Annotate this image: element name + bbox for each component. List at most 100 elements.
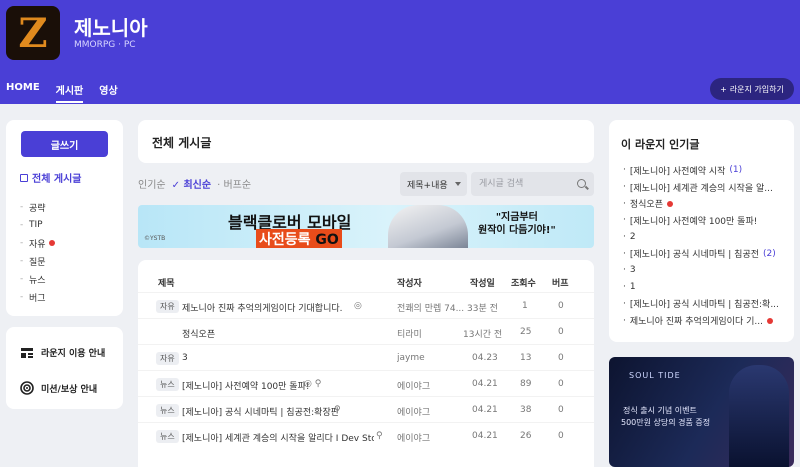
- row-views: 13: [520, 353, 532, 363]
- sort-latest[interactable]: ✓ 최신순: [172, 176, 211, 191]
- lounge-guide-link[interactable]: 라운지 이용 안내: [20, 346, 105, 359]
- popular-item[interactable]: · 제노니아 진짜 추억의게임이다 기...: [623, 312, 788, 329]
- popular-item[interactable]: · [제노니아] 공식 시네마틱 | 침공전 (2): [623, 245, 788, 262]
- popular-item-label: [제노니아] 세계관 계승의 시작을 알...: [629, 183, 773, 194]
- table-row[interactable]: 자유 제노니아 진짜 추억의게임이다 기대합니다. ◎ 전쾌의 만렙 74...…: [138, 292, 594, 318]
- row-date: 04.21: [472, 379, 498, 389]
- popular-item-label: [제노니아] 사전예약 100만 돌파!: [629, 216, 758, 227]
- table-row[interactable]: 뉴스 [제노니아] 사전예약 100만 돌파! ◎ ⚲ 에이야그 04.21 8…: [138, 370, 594, 396]
- row-title[interactable]: 정식오픈: [182, 327, 215, 340]
- row-tag: 자유: [156, 352, 179, 365]
- nav-board[interactable]: 게시판: [55, 82, 84, 103]
- search-filter-select[interactable]: 제목+내용: [400, 172, 467, 196]
- sort-buff[interactable]: · 버프순: [217, 176, 251, 191]
- table-row[interactable]: 뉴스 [제노니아] 세계관 계승의 시작을 알리다 I Dev Story ⚲ …: [138, 422, 594, 448]
- sidebar-item-guide[interactable]: - 공략: [20, 198, 55, 216]
- popular-item-label: [제노니아] 사전예약 시작: [629, 166, 726, 177]
- all-posts-label: 전체 게시글: [32, 174, 82, 185]
- ad-banner[interactable]: ©YSTB 블랙클로버 모바일 사전등록 GO "지금부터 원작이 다듬기야!": [138, 205, 594, 248]
- row-title[interactable]: [제노니아] 세계관 계승의 시작을 알리다 I Dev Story: [182, 431, 374, 444]
- comment-count: (2): [763, 248, 776, 259]
- popular-posts-list: · [제노니아] 사전예약 시작 (1) · [제노니아] 세계관 계승의 시작을…: [623, 162, 788, 329]
- category-label: 질문: [29, 257, 46, 268]
- row-author[interactable]: 에이야그: [397, 431, 430, 444]
- popular-item[interactable]: · [제노니아] 사전예약 시작 (1): [623, 162, 788, 179]
- table-row[interactable]: 뉴스 [제노니아] 공식 시네마틱 | 침공전:확장판 ⚲ 에이야그 04.21…: [138, 396, 594, 422]
- header-author: 작성자: [397, 279, 422, 289]
- category-label: 버그: [29, 293, 46, 304]
- sidebar-item-all-posts[interactable]: 전체 게시글: [20, 170, 81, 185]
- search-input[interactable]: [471, 172, 594, 196]
- row-title[interactable]: 3: [182, 353, 188, 363]
- nav-home[interactable]: HOME: [6, 82, 40, 103]
- nav-video[interactable]: 영상: [99, 82, 117, 103]
- sidebar-item-question[interactable]: - 질문: [20, 252, 55, 270]
- search-icon[interactable]: [577, 179, 586, 188]
- popular-item[interactable]: · 2: [623, 229, 788, 246]
- row-author[interactable]: 전쾌의 만렙 74...: [397, 301, 464, 314]
- popular-posts-card: 이 라운지 인기글 · [제노니아] 사전예약 시작 (1) · [제노니아] 세…: [609, 120, 794, 342]
- comment-count: (1): [729, 165, 743, 176]
- row-views: 89: [520, 379, 532, 389]
- row-author[interactable]: 에이야그: [397, 379, 430, 392]
- lounge-header: Z 제노니아 MMORPG · PC HOME 게시판 영상 + 라운지 가입하…: [0, 0, 800, 104]
- popular-item[interactable]: · 1: [623, 279, 788, 296]
- sidebar-item-tip[interactable]: - TIP: [20, 216, 55, 234]
- header-date: 작성일: [470, 279, 495, 289]
- row-views: 26: [520, 431, 532, 441]
- write-post-button[interactable]: 글쓰기: [21, 131, 108, 157]
- plus-icon: +: [720, 84, 727, 94]
- header-buff: 버프: [552, 279, 569, 289]
- sort-popular[interactable]: 인기순: [138, 176, 166, 191]
- row-author[interactable]: jayme: [397, 353, 425, 363]
- table-header: 제목 작성자 작성일 조회수 버프: [138, 272, 594, 292]
- sort-latest-label: 최신순: [183, 180, 212, 191]
- banner-cta-go: GO: [315, 232, 339, 248]
- ad-text-line2: 500만원 상당의 경품 증정: [621, 418, 711, 427]
- popular-item-label: 2: [629, 232, 636, 243]
- banner-quote-line1: "지금부터: [495, 212, 538, 223]
- mission-guide-link[interactable]: 미션/보상 안내: [20, 381, 97, 395]
- row-tag: 자유: [156, 300, 179, 313]
- sidebar-item-bug[interactable]: - 버그: [20, 288, 55, 306]
- popular-item[interactable]: · 정식오픈: [623, 195, 788, 212]
- row-title[interactable]: [제노니아] 사전예약 100만 돌파!: [182, 379, 309, 392]
- new-badge-icon: [766, 317, 773, 324]
- logo-letter: Z: [18, 9, 48, 57]
- banner-cta-text: 사전등록: [259, 232, 311, 248]
- popular-item[interactable]: · [제노니아] 사전예약 100만 돌파!: [623, 212, 788, 229]
- popular-item[interactable]: · 3: [623, 262, 788, 279]
- popular-item-label: 제노니아 진짜 추억의게임이다 기...: [629, 317, 763, 328]
- popular-item[interactable]: · [제노니아] 세계관 계승의 시작을 알...: [623, 179, 788, 196]
- row-views: 1: [522, 301, 528, 311]
- popular-item[interactable]: · [제노니아] 공식 시네마틱 | 침공전:확...: [623, 296, 788, 313]
- row-tag: 뉴스: [156, 430, 179, 443]
- sidebar-item-news[interactable]: - 뉴스: [20, 270, 55, 288]
- mission-guide-label: 미션/보상 안내: [41, 384, 98, 395]
- popular-item-label: 1: [629, 282, 636, 293]
- table-row[interactable]: 정식오픈 티라미 13시간 전 25 0: [138, 318, 594, 344]
- game-subtitle: MMORPG · PC: [74, 40, 136, 50]
- link-icon: ⚲: [376, 431, 383, 441]
- board-sidebar: 글쓰기 전체 게시글 - 공략 - TIP - 자유 - 질문 - 뉴스 - 버그: [6, 120, 123, 316]
- row-date: 04.21: [472, 405, 498, 415]
- row-title[interactable]: 제노니아 진짜 추억의게임이다 기대합니다.: [182, 301, 343, 314]
- side-ad-banner[interactable]: SOUL TIDE 정식 출시 기념 이벤트 500만원 상당의 경품 증정: [609, 357, 794, 467]
- table-row[interactable]: 자유 3 jayme 04.23 13 0: [138, 344, 594, 370]
- banner-cta: 사전등록 GO: [256, 229, 342, 248]
- header-views: 조회수: [511, 279, 536, 289]
- guide-card: 라운지 이용 안내 미션/보상 안내: [6, 327, 123, 409]
- lounge-guide-label: 라운지 이용 안내: [41, 349, 106, 359]
- join-lounge-button[interactable]: + 라운지 가입하기: [710, 78, 794, 100]
- row-date: 04.23: [472, 353, 498, 363]
- row-title[interactable]: [제노니아] 공식 시네마틱 | 침공전:확장판: [182, 405, 339, 418]
- row-author[interactable]: 에이야그: [397, 405, 430, 418]
- sidebar-item-free[interactable]: - 자유: [20, 234, 55, 252]
- page-title: 제노니아: [74, 16, 148, 40]
- row-tag: 뉴스: [156, 378, 179, 391]
- sort-buff-label: 버프순: [223, 180, 252, 191]
- banner-character-image: [388, 205, 468, 248]
- row-author[interactable]: 티라미: [397, 327, 422, 340]
- category-list: - 공략 - TIP - 자유 - 질문 - 뉴스 - 버그: [20, 198, 55, 306]
- game-logo[interactable]: Z: [6, 6, 60, 60]
